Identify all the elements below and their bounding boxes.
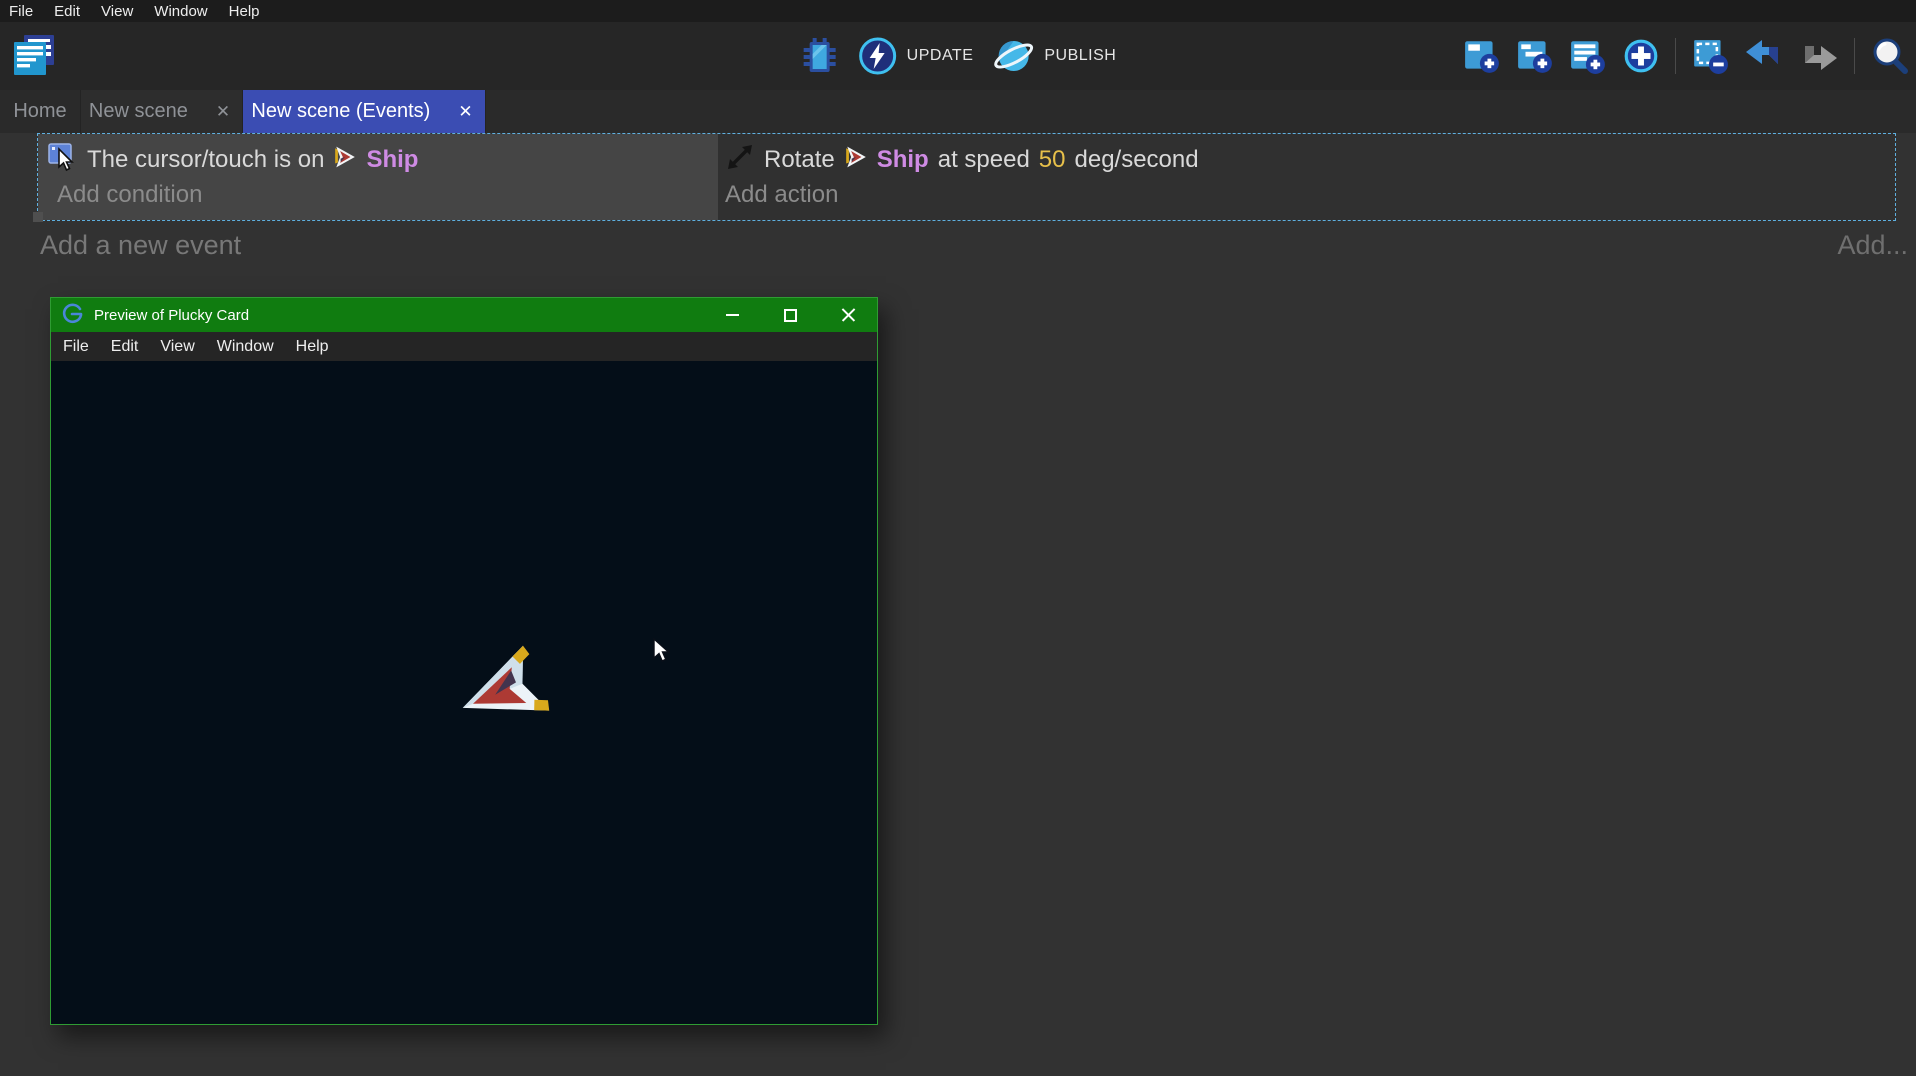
tab-new-scene-events[interactable]: New scene (Events) ✕ (243, 90, 486, 133)
preview-menu-edit[interactable]: Edit (111, 338, 139, 356)
menu-edit[interactable]: Edit (54, 3, 80, 20)
publish-icon (991, 35, 1035, 77)
add-action-button[interactable]: Add action (725, 181, 1895, 209)
maximize-icon (784, 309, 797, 322)
tab-home[interactable]: Home (0, 90, 81, 133)
menu-help[interactable]: Help (229, 3, 260, 20)
cursor-on-object-icon (48, 142, 78, 179)
action-unit-text: deg/second (1075, 146, 1199, 174)
event-conditions-cell[interactable]: The cursor/touch is on Ship Add conditio… (38, 134, 718, 220)
rotate-icon (725, 142, 755, 179)
close-icon (841, 308, 856, 323)
add-condition-button[interactable]: Add condition (48, 181, 718, 209)
publish-button[interactable]: PUBLISH (991, 35, 1116, 77)
gdevelop-logo-icon (62, 302, 84, 329)
action-object-name: Ship (877, 146, 929, 174)
ship-sprite (456, 646, 548, 738)
tab-bar: Home New scene ✕ New scene (Events) ✕ (0, 90, 1916, 133)
action-verb: Rotate (764, 146, 835, 174)
remove-selection-icon[interactable] (1691, 37, 1729, 75)
preview-menu-view[interactable]: View (160, 338, 194, 356)
search-icon[interactable] (1870, 36, 1910, 76)
project-manager-icon[interactable] (12, 35, 58, 77)
action-speed-value: 50 (1039, 146, 1066, 174)
add-new-event-button[interactable]: Add a new event (40, 230, 241, 261)
condition-text: The cursor/touch is on (87, 146, 324, 174)
main-toolbar: UPDATE PUBLISH (0, 22, 1916, 90)
maximize-button[interactable] (761, 298, 819, 332)
main-menubar: File Edit View Window Help (0, 0, 1916, 22)
events-sheet: The cursor/touch is on Ship Add conditio… (0, 133, 1916, 1076)
close-button[interactable] (819, 298, 877, 332)
toolbar-separator (1675, 38, 1676, 74)
add-circle-icon[interactable] (1622, 37, 1660, 75)
undo-icon[interactable] (1744, 38, 1784, 74)
tab-label: New scene (Events) (251, 100, 430, 123)
add-event-icon[interactable] (1463, 37, 1501, 75)
add-more-button[interactable]: Add... (1837, 230, 1908, 261)
event-row[interactable]: The cursor/touch is on Ship Add conditio… (37, 133, 1896, 221)
action-mid-text: at speed (938, 146, 1030, 174)
event-actions-cell[interactable]: Rotate Ship at speed 50 deg/second (718, 134, 1895, 220)
toolbar-right-group (1463, 22, 1910, 90)
toolbar-separator (1854, 38, 1855, 74)
publish-label: PUBLISH (1044, 47, 1116, 65)
preview-titlebar[interactable]: Preview of Plucky Card (51, 298, 877, 332)
tab-new-scene[interactable]: New scene ✕ (81, 90, 243, 133)
ship-object-icon (333, 145, 357, 176)
preview-window: Preview of Plucky Card File Edit View Wi… (50, 297, 878, 1025)
cursor-pointer (651, 638, 671, 669)
redo-icon[interactable] (1799, 38, 1839, 74)
debug-icon[interactable] (800, 36, 840, 76)
minimize-icon (726, 314, 739, 316)
action-rotate-ship[interactable]: Rotate Ship at speed 50 deg/second (725, 140, 1895, 180)
close-icon[interactable]: ✕ (212, 100, 234, 124)
window-controls (703, 298, 877, 332)
menu-view[interactable]: View (101, 3, 133, 20)
add-subevent-icon[interactable] (1516, 37, 1554, 75)
tab-label: Home (13, 100, 66, 123)
preview-menubar: File Edit View Window Help (51, 332, 877, 361)
gdevelop-app: File Edit View Window Help (0, 0, 1916, 1076)
condition-cursor-on-ship[interactable]: The cursor/touch is on Ship (48, 140, 718, 180)
condition-object-name: Ship (366, 146, 418, 174)
menu-window[interactable]: Window (154, 3, 207, 20)
ship-object-icon (844, 145, 868, 176)
toolbar-center-group: UPDATE PUBLISH (800, 22, 1117, 90)
preview-menu-window[interactable]: Window (217, 338, 274, 356)
tab-label: New scene (89, 100, 188, 123)
event-drag-handle[interactable] (33, 212, 43, 222)
minimize-button[interactable] (703, 298, 761, 332)
preview-window-title: Preview of Plucky Card (94, 307, 703, 324)
game-viewport[interactable] (51, 361, 877, 1024)
menu-file[interactable]: File (9, 3, 33, 20)
preview-menu-file[interactable]: File (63, 338, 89, 356)
close-icon[interactable]: ✕ (454, 100, 476, 124)
add-event-row: Add a new event Add... (0, 222, 1916, 268)
update-button[interactable]: UPDATE (858, 36, 974, 76)
add-comment-icon[interactable] (1569, 37, 1607, 75)
update-icon (858, 36, 898, 76)
update-label: UPDATE (907, 47, 974, 65)
preview-menu-help[interactable]: Help (296, 338, 329, 356)
